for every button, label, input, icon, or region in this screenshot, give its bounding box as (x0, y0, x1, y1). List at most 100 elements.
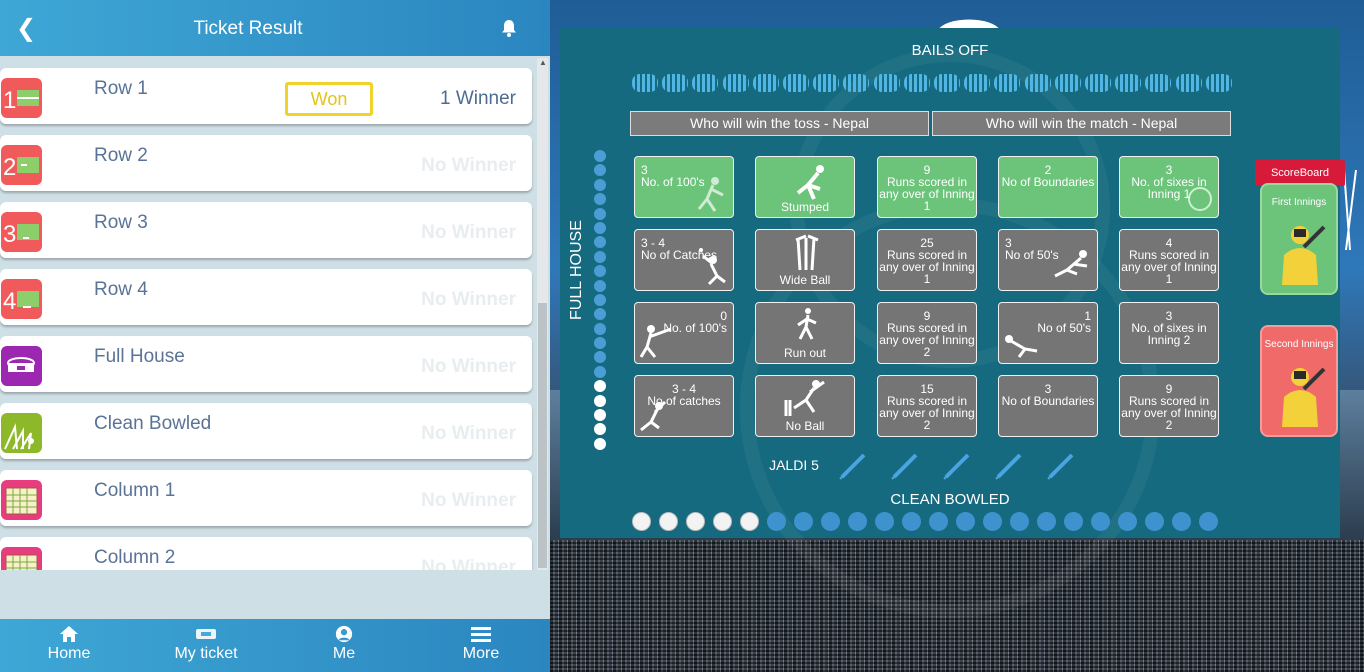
bat-icon (1047, 453, 1074, 480)
bat-icon (995, 453, 1022, 480)
cell-4-3[interactable]: 15 Runs scored in any over of Inning 2 (877, 375, 977, 437)
svg-text:2: 2 (3, 154, 16, 181)
list-item-label: Clean Bowled (94, 413, 212, 434)
cell-4-5[interactable]: 9 Runs scored in any over of Inning 2 (1119, 375, 1219, 437)
list-item-label: Column 2 (94, 547, 176, 568)
cell-text: 3 No of Boundaries (1001, 382, 1095, 408)
list-item-row-4[interactable]: 4 Row 4 No Winner (0, 269, 532, 325)
list-item-row-3[interactable]: 3 Row 3 No Winner (0, 202, 532, 258)
scroll-up-icon[interactable]: ▲ (539, 58, 547, 67)
cell-2-5[interactable]: 4 Runs scored in any over of Inning 1 (1119, 229, 1219, 291)
scrollbar[interactable]: ▲ (537, 58, 548, 570)
cell-4-1[interactable]: 3 - 4 No of catches (634, 375, 734, 437)
nav-home-label: Home (47, 645, 91, 662)
cell-3-2[interactable]: Run out (755, 302, 855, 364)
list-item-label: Row 2 (94, 145, 148, 166)
full-house-dots (594, 150, 606, 452)
cell-2-2[interactable]: Wide Ball (755, 229, 855, 291)
first-innings-label: First Innings (1271, 197, 1327, 208)
list-item-full-house[interactable]: Full House No Winner (0, 336, 532, 392)
nav-my-ticket[interactable]: My ticket (170, 625, 242, 663)
nav-me-label: Me (332, 645, 356, 662)
nav-more-label: More (462, 645, 500, 662)
cell-3-1[interactable]: 0 No. of 100's (634, 302, 734, 364)
list-item-result: No Winner (421, 490, 516, 511)
cell-text: Stumped (780, 200, 830, 214)
cell-text: 3 No. of 100's (641, 163, 705, 189)
list-item-result: No Winner (421, 289, 516, 310)
list-item-row-2[interactable]: 2 Row 2 No Winner (0, 135, 532, 191)
header: ❮ Ticket Result (0, 0, 550, 56)
list-item-label: Row 1 (94, 78, 148, 99)
list-item-label: Row 3 (94, 212, 148, 233)
user-icon (335, 625, 353, 643)
cell-text: 15 Runs scored in any over of Inning 2 (879, 382, 975, 432)
bell-icon[interactable] (499, 18, 519, 38)
cell-4-4[interactable]: 3 No of Boundaries (998, 375, 1098, 437)
cell-1-1[interactable]: 3 No. of 100's (634, 156, 734, 218)
nav-me[interactable]: Me (326, 625, 362, 663)
jaldi-5-label: JALDI 5 (769, 457, 819, 473)
cell-2-3[interactable]: 25 Runs scored in any over of Inning 1 (877, 229, 977, 291)
second-innings-label: Second Innings (1264, 339, 1334, 350)
row-2-icon: 2 (1, 145, 42, 185)
cell-text: 4 Runs scored in any over of Inning 1 (1121, 236, 1217, 286)
ticket-board: BAILS OFF Who will win the toss - Nepal … (560, 28, 1345, 618)
list-item-result: No Winner (421, 155, 516, 176)
list-item-label: Row 4 (94, 279, 148, 300)
list-item-result: No Winner (421, 222, 516, 243)
column-2-icon (1, 547, 42, 570)
list-item-column-2[interactable]: Column 2 No Winner (0, 537, 532, 570)
cell-text: Run out (783, 346, 827, 360)
cell-4-2[interactable]: No Ball (755, 375, 855, 437)
cell-1-3[interactable]: 9 Runs scored in any over of Inning 1 (877, 156, 977, 218)
row-4-icon: 4 (1, 279, 42, 319)
toss-prediction[interactable]: Who will win the toss - Nepal (630, 111, 929, 136)
cell-text: 1 No of 50's (1037, 309, 1091, 335)
cell-text: 2 No of Boundaries (1001, 163, 1095, 189)
list-item-column-1[interactable]: Column 1 No Winner (0, 470, 532, 526)
home-icon (60, 626, 78, 642)
cell-1-5[interactable]: 3 No. of sixes in Inning 1 (1119, 156, 1219, 218)
list-item-result: No Winner (421, 356, 516, 377)
cell-3-5[interactable]: 3 No. of sixes in Inning 2 (1119, 302, 1219, 364)
bails-off-title: BAILS OFF (911, 42, 989, 59)
cell-1-4[interactable]: 2 No of Boundaries (998, 156, 1098, 218)
page-title: Ticket Result (193, 18, 303, 39)
cell-3-4[interactable]: 1 No of 50's (998, 302, 1098, 364)
full-house-label: FULL HOUSE (568, 220, 585, 320)
list-item-label: Full House (94, 346, 185, 367)
result-list[interactable]: 1 Row 1 Won 1 Winner 2 Row 2 No Winner 3… (0, 62, 534, 570)
nav-more[interactable]: More (458, 625, 504, 663)
ticket-icon (196, 629, 216, 639)
list-item-clean-bowled[interactable]: Clean Bowled No Winner (0, 403, 532, 459)
second-innings-button[interactable]: Second Innings (1260, 325, 1338, 437)
list-item-result: No Winner (421, 557, 516, 570)
clean-bowled-label: CLEAN BOWLED (890, 491, 1010, 508)
cell-text: 9 Runs scored in any over of Inning 2 (879, 309, 975, 359)
cricketer-icon (1282, 367, 1326, 427)
scrollbar-thumb[interactable] (538, 303, 547, 568)
clean-bowled-balls (632, 512, 1218, 532)
cell-text: No Ball (785, 419, 825, 433)
bottom-nav: Home My ticket Me More (0, 619, 550, 672)
cell-text: 3 No. of sixes in Inning 1 (1131, 163, 1207, 201)
cell-1-2[interactable]: Stumped (755, 156, 855, 218)
bat-icon (943, 453, 970, 480)
nav-home[interactable]: Home (40, 625, 98, 663)
list-item-row-1[interactable]: 1 Row 1 Won 1 Winner (0, 68, 532, 124)
bails-off-dots (632, 74, 1232, 92)
cell-text: 0 No. of 100's (663, 309, 727, 335)
nav-ticket-label: My ticket (174, 645, 238, 662)
stumps-icon (1, 413, 42, 453)
cell-2-4[interactable]: 3 No of 50's (998, 229, 1098, 291)
list-item-result: No Winner (421, 423, 516, 444)
cell-text: 3 No. of sixes in Inning 2 (1131, 309, 1207, 347)
stadium-icon (1, 346, 42, 386)
match-prediction[interactable]: Who will win the match - Nepal (932, 111, 1231, 136)
first-innings-button[interactable]: First Innings (1260, 183, 1338, 295)
cell-3-3[interactable]: 9 Runs scored in any over of Inning 2 (877, 302, 977, 364)
cell-text: 3 - 4 No of Catches (641, 236, 718, 262)
row-3-icon: 3 (1, 212, 42, 252)
cell-2-1[interactable]: 3 - 4 No of Catches (634, 229, 734, 291)
